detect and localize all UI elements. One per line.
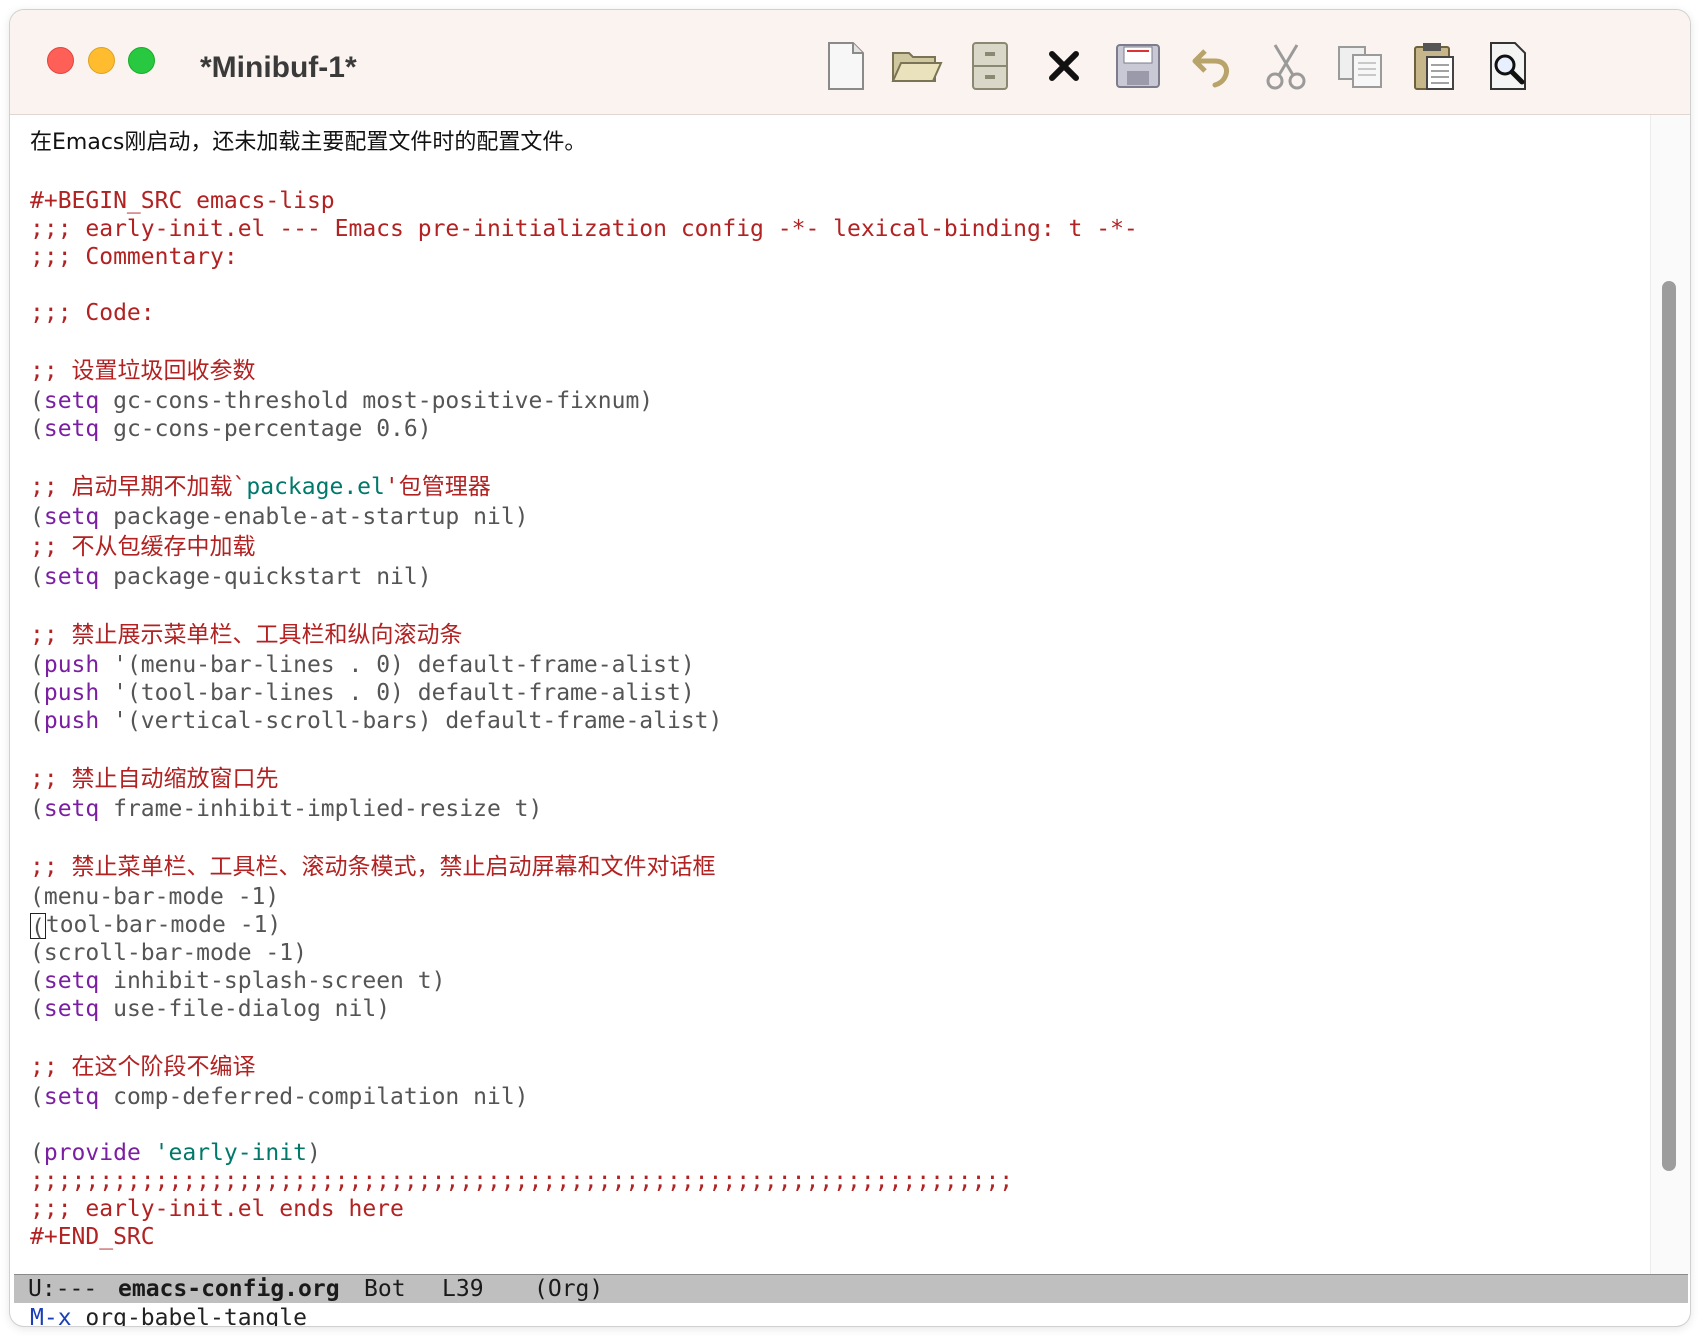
vertical-scrollbar[interactable]	[1650, 115, 1690, 1275]
end-src-line: #+END_SRC	[30, 1224, 155, 1250]
code-text: 在Emacs刚启动，还未加载主要配置文件时的配置文件。 #+BEGIN_SRC …	[30, 127, 1630, 1251]
copy-icon[interactable]	[1332, 38, 1388, 94]
modeline-status: U:---	[28, 1276, 98, 1302]
code-line-menu-bar-mode: (menu-bar-mode -1)	[30, 884, 280, 910]
minimize-window-button[interactable]	[88, 47, 115, 74]
begin-src-line: #+BEGIN_SRC emacs-lisp	[30, 188, 335, 214]
minibuffer[interactable]: M-x org-babel-tangle	[30, 1304, 307, 1326]
mode-line: U:--- emacs-config.org Bot L39 (Org)	[14, 1274, 1688, 1303]
emacs-window: *Minibuf-1* 在Emacs刚启动，还未加载主要配置文件时的配置文件。 …	[10, 10, 1690, 1326]
minibuffer-prompt: M-x	[30, 1305, 72, 1326]
text-cursor: (	[30, 912, 46, 941]
code-line-push-scroll: (push '(vertical-scroll-bars) default-fr…	[30, 708, 723, 734]
editor-buffer[interactable]: 在Emacs刚启动，还未加载主要配置文件时的配置文件。 #+BEGIN_SRC …	[10, 115, 1650, 1273]
comment-bars: ;; 禁止展示菜单栏、工具栏和纵向滚动条	[30, 622, 463, 648]
close-icon[interactable]	[1036, 38, 1092, 94]
paste-icon[interactable]	[1406, 38, 1462, 94]
comment-package: ;; 启动早期不加载`package.el'包管理器	[30, 474, 491, 500]
code-line-package-quickstart: (setq package-quickstart nil)	[30, 564, 432, 590]
code-header-line: ;;; Code:	[30, 300, 155, 326]
code-line-provide: (provide 'early-init)	[30, 1140, 321, 1166]
code-line-file-dialog: (setq use-file-dialog nil)	[30, 996, 391, 1022]
modeline-buffer-name[interactable]: emacs-config.org	[118, 1275, 340, 1303]
prose-line: 在Emacs刚启动，还未加载主要配置文件时的配置文件。	[30, 130, 587, 155]
scrollbar-thumb[interactable]	[1662, 281, 1676, 1171]
comment-compile: ;; 在这个阶段不编译	[30, 1054, 256, 1080]
close-window-button[interactable]	[47, 47, 74, 74]
code-line-tool-bar-mode: (tool-bar-mode -1)	[30, 912, 282, 941]
code-line-gc-threshold: (setq gc-cons-threshold most-positive-fi…	[30, 388, 654, 414]
code-line-splash: (setq inhibit-splash-screen t)	[30, 968, 446, 994]
open-folder-icon[interactable]	[888, 38, 944, 94]
comment-cache: ;; 不从包缓存中加载	[30, 534, 256, 560]
commentary-line: ;;; Commentary:	[30, 244, 238, 270]
code-line-frame-resize: (setq frame-inhibit-implied-resize t)	[30, 796, 543, 822]
modeline-position: Bot	[364, 1276, 406, 1302]
window-title: *Minibuf-1*	[200, 51, 357, 84]
undo-icon[interactable]	[1184, 38, 1240, 94]
code-line-push-tool: (push '(tool-bar-lines . 0) default-fram…	[30, 680, 695, 706]
modeline-major-mode[interactable]: (Org)	[534, 1275, 603, 1303]
code-line-scroll-bar-mode: (scroll-bar-mode -1)	[30, 940, 307, 966]
header-comment-line: ;;; early-init.el --- Emacs pre-initiali…	[30, 216, 1138, 242]
minibuffer-input[interactable]: org-babel-tangle	[85, 1305, 307, 1326]
save-icon[interactable]	[1110, 38, 1166, 94]
comment-modes: ;; 禁止菜单栏、工具栏、滚动条模式，禁止启动屏幕和文件对话框	[30, 854, 716, 880]
comment-resize: ;; 禁止自动缩放窗口先	[30, 766, 279, 792]
title-bar: *Minibuf-1*	[10, 10, 1690, 115]
code-line-deferred-compilation: (setq comp-deferred-compilation nil)	[30, 1084, 529, 1110]
code-line-package-enable: (setq package-enable-at-startup nil)	[30, 504, 529, 530]
ends-here-line: ;;; early-init.el ends here	[30, 1196, 404, 1222]
semicolon-separator: ;;;;;;;;;;;;;;;;;;;;;;;;;;;;;;;;;;;;;;;;…	[30, 1168, 1014, 1194]
new-file-icon[interactable]	[818, 38, 874, 94]
search-icon[interactable]	[1480, 38, 1536, 94]
file-cabinet-icon[interactable]	[962, 38, 1018, 94]
code-line-push-menu: (push '(menu-bar-lines . 0) default-fram…	[30, 652, 695, 678]
comment-gc: ;; 设置垃圾回收参数	[30, 358, 256, 384]
cut-icon[interactable]	[1258, 38, 1314, 94]
code-line-gc-percentage: (setq gc-cons-percentage 0.6)	[30, 416, 432, 442]
zoom-window-button[interactable]	[128, 47, 155, 74]
modeline-line-number: L39	[442, 1276, 484, 1302]
